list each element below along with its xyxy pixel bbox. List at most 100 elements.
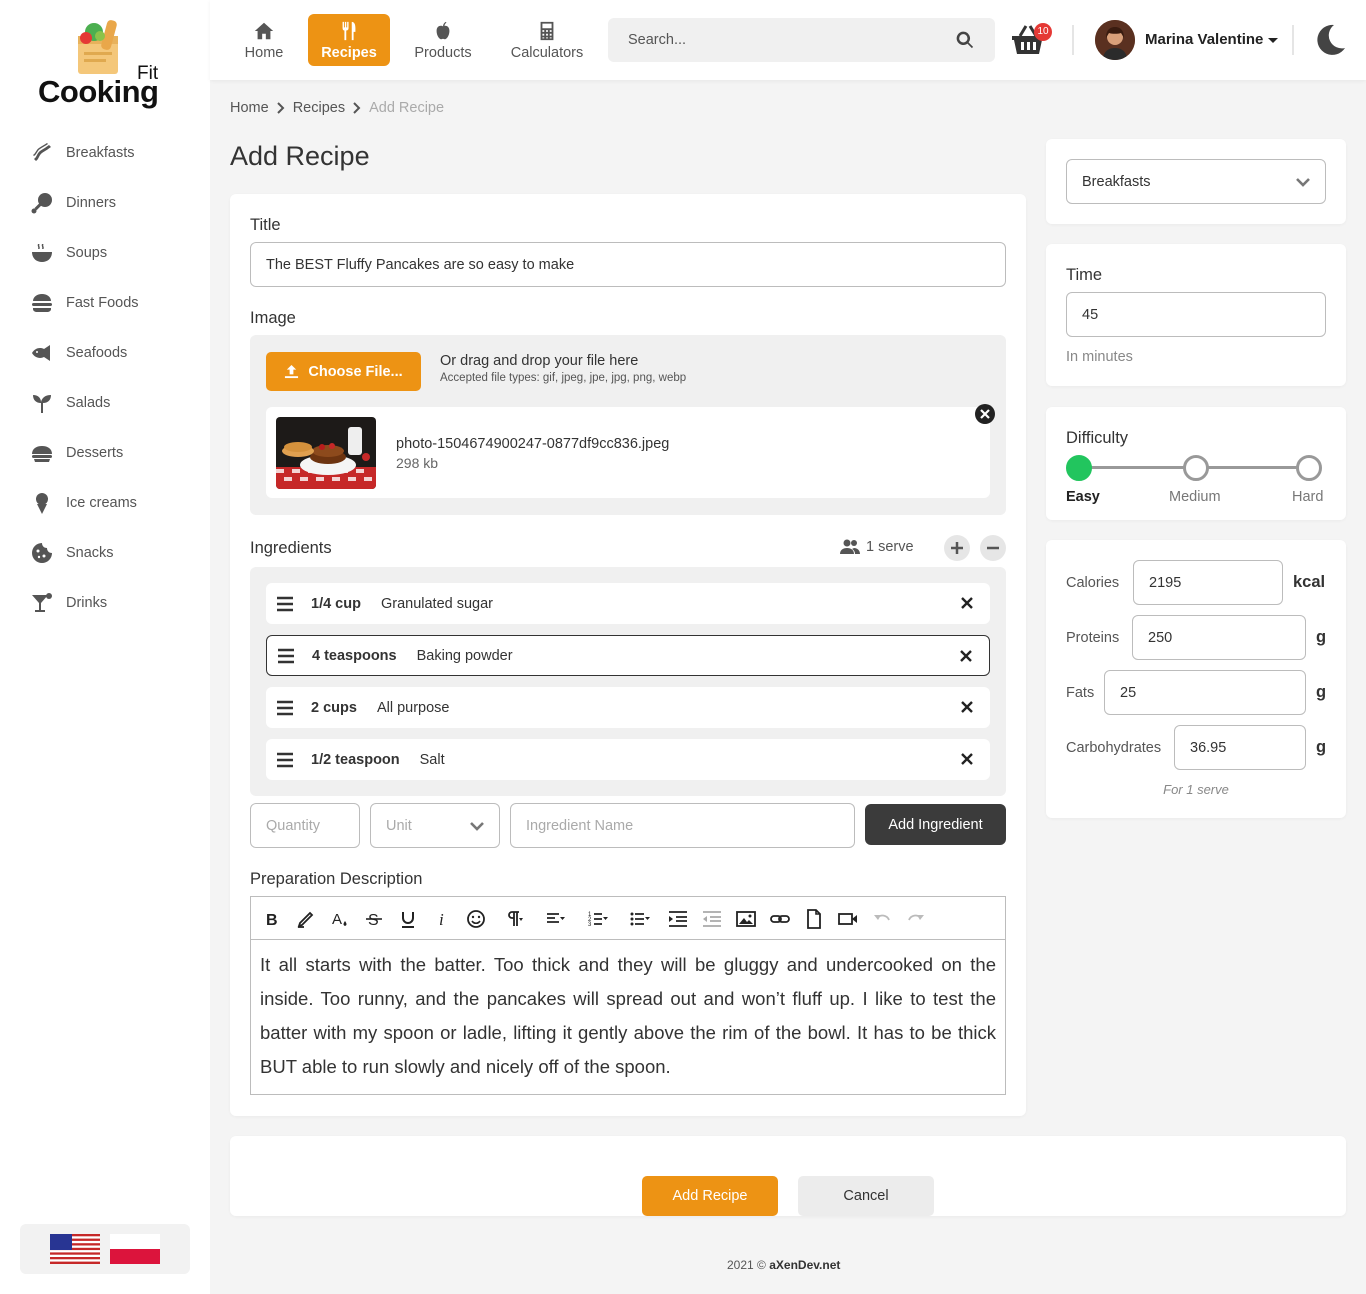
add-ingredient-button[interactable]: Add Ingredient bbox=[865, 804, 1006, 845]
breadcrumb-recipes[interactable]: Recipes bbox=[293, 100, 345, 116]
choose-file-button[interactable]: Choose File... bbox=[266, 352, 421, 391]
search-input[interactable] bbox=[608, 18, 995, 62]
tab-recipes[interactable]: Recipes bbox=[308, 14, 390, 66]
uploaded-image-thumbnail bbox=[276, 417, 376, 489]
quantity-input[interactable]: Quantity bbox=[250, 803, 360, 848]
drag-handle-icon[interactable] bbox=[276, 752, 294, 768]
fats-input[interactable]: 25 bbox=[1104, 670, 1306, 715]
sidebar-item-fast-foods[interactable]: Fast Foods bbox=[30, 278, 200, 328]
tab-products[interactable]: Products bbox=[406, 14, 480, 66]
us-flag-icon[interactable] bbox=[50, 1234, 100, 1264]
tab-home[interactable]: Home bbox=[232, 14, 296, 66]
sidebar-item-label: Drinks bbox=[66, 595, 108, 611]
add-recipe-button[interactable]: Add Recipe bbox=[642, 1176, 778, 1216]
sidebar-item-ice-creams[interactable]: Ice creams bbox=[30, 478, 200, 528]
moon-icon[interactable] bbox=[1312, 22, 1348, 58]
sidebar-item-breakfasts[interactable]: Breakfasts bbox=[30, 128, 200, 178]
paragraph-format-icon[interactable] bbox=[502, 907, 526, 931]
sidebar-item-label: Snacks bbox=[66, 545, 114, 561]
utensils-icon bbox=[342, 21, 356, 40]
increase-serve-button[interactable] bbox=[944, 535, 970, 561]
users-icon bbox=[840, 539, 860, 554]
remove-ingredient-icon[interactable] bbox=[960, 596, 974, 610]
difficulty-hard-radio[interactable] bbox=[1296, 455, 1322, 481]
editor-toolbar: B A S i 123 bbox=[251, 897, 1005, 940]
undo-icon[interactable] bbox=[870, 907, 894, 931]
bullet-list-icon[interactable] bbox=[628, 907, 652, 931]
insert-link-icon[interactable] bbox=[768, 907, 792, 931]
decrease-serve-button[interactable] bbox=[980, 535, 1006, 561]
drag-drop-text: Or drag and drop your file here bbox=[440, 353, 639, 369]
align-icon[interactable] bbox=[544, 907, 568, 931]
remove-file-icon[interactable] bbox=[974, 403, 996, 425]
difficulty-easy-radio[interactable] bbox=[1066, 455, 1092, 481]
ingredient-row[interactable]: 4 teaspoons Baking powder bbox=[266, 635, 990, 676]
plus-icon bbox=[951, 542, 963, 554]
time-card: Time 45 In minutes bbox=[1046, 244, 1346, 386]
remove-ingredient-icon[interactable] bbox=[960, 752, 974, 766]
text-color-icon[interactable]: A bbox=[328, 907, 352, 931]
breadcrumb-current: Add Recipe bbox=[369, 100, 445, 116]
ingredient-row[interactable]: 1/2 teaspoon Salt bbox=[266, 739, 990, 780]
calories-input[interactable]: 2195 bbox=[1133, 560, 1283, 605]
redo-icon[interactable] bbox=[904, 907, 928, 931]
ingredient-row[interactable]: 2 cups All purpose bbox=[266, 687, 990, 728]
ordered-list-icon[interactable]: 123 bbox=[586, 907, 610, 931]
search-icon[interactable] bbox=[955, 30, 975, 50]
italic-icon[interactable]: i bbox=[430, 907, 454, 931]
insert-image-icon[interactable] bbox=[734, 907, 758, 931]
bold-icon[interactable]: B bbox=[260, 907, 284, 931]
insert-file-icon[interactable] bbox=[802, 907, 826, 931]
ingredient-name-input[interactable]: Ingredient Name bbox=[510, 803, 855, 848]
drag-handle-icon[interactable] bbox=[276, 700, 294, 716]
strikethrough-icon[interactable]: S bbox=[362, 907, 386, 931]
ingredient-row[interactable]: 1/4 cup Granulated sugar bbox=[266, 583, 990, 624]
carbohydrates-input[interactable]: 36.95 bbox=[1174, 725, 1306, 770]
drag-handle-icon[interactable] bbox=[277, 648, 295, 664]
description-text[interactable]: It all starts with the batter. Too thick… bbox=[251, 940, 1005, 1092]
insert-video-icon[interactable] bbox=[836, 907, 860, 931]
avatar[interactable] bbox=[1095, 20, 1135, 60]
sidebar-item-soups[interactable]: Soups bbox=[30, 228, 200, 278]
underline-icon[interactable] bbox=[396, 907, 420, 931]
remove-ingredient-icon[interactable] bbox=[960, 700, 974, 714]
recipe-form-card: Title The BEST Fluffy Pancakes are so ea… bbox=[230, 194, 1026, 1116]
image-dropzone[interactable]: Choose File... Or drag and drop your fil… bbox=[250, 335, 1006, 515]
drag-handle-icon[interactable] bbox=[276, 596, 294, 612]
proteins-input[interactable]: 250 bbox=[1132, 615, 1306, 660]
sidebar-item-salads[interactable]: Salads bbox=[30, 378, 200, 428]
remove-ingredient-icon[interactable] bbox=[959, 649, 973, 663]
outdent-icon[interactable] bbox=[700, 907, 724, 931]
home-icon bbox=[254, 22, 274, 39]
pl-flag-icon[interactable] bbox=[110, 1234, 160, 1264]
sidebar-item-seafoods[interactable]: Seafoods bbox=[30, 328, 200, 378]
user-menu[interactable]: Marina Valentine bbox=[1145, 31, 1279, 48]
chevron-down-icon bbox=[470, 821, 484, 831]
sidebar-item-snacks[interactable]: Snacks bbox=[30, 528, 200, 578]
tab-calculators[interactable]: Calculators bbox=[502, 14, 592, 66]
divider bbox=[1292, 25, 1294, 55]
title-input[interactable]: The BEST Fluffy Pancakes are so easy to … bbox=[250, 242, 1006, 287]
highlighter-icon[interactable] bbox=[294, 907, 318, 931]
logo[interactable]: Fit Cooking bbox=[38, 18, 178, 113]
sidebar-item-label: Seafoods bbox=[66, 345, 128, 361]
time-label: Time bbox=[1066, 266, 1103, 284]
breadcrumb-home[interactable]: Home bbox=[230, 100, 269, 116]
unit-select[interactable]: Unit bbox=[370, 803, 500, 848]
indent-icon[interactable] bbox=[666, 907, 690, 931]
ingredient-quantity: 1/4 cup bbox=[311, 595, 361, 612]
pie-icon bbox=[32, 446, 52, 462]
sidebar-item-drinks[interactable]: Drinks bbox=[30, 578, 200, 628]
category-select[interactable]: Breakfasts bbox=[1066, 159, 1326, 204]
sidebar-item-label: Fast Foods bbox=[66, 295, 139, 311]
sidebar-item-dinners[interactable]: Dinners bbox=[30, 178, 200, 228]
serve-count: 1 serve bbox=[840, 539, 914, 555]
footer-site-link[interactable]: aXenDev.net bbox=[769, 1258, 840, 1272]
calories-unit: kcal bbox=[1293, 573, 1326, 591]
difficulty-medium-radio[interactable] bbox=[1183, 455, 1209, 481]
time-input[interactable]: 45 bbox=[1066, 292, 1326, 337]
sidebar-item-desserts[interactable]: Desserts bbox=[30, 428, 200, 478]
emoji-icon[interactable] bbox=[464, 907, 488, 931]
sidebar-item-label: Breakfasts bbox=[66, 145, 135, 161]
cancel-button[interactable]: Cancel bbox=[798, 1176, 934, 1216]
